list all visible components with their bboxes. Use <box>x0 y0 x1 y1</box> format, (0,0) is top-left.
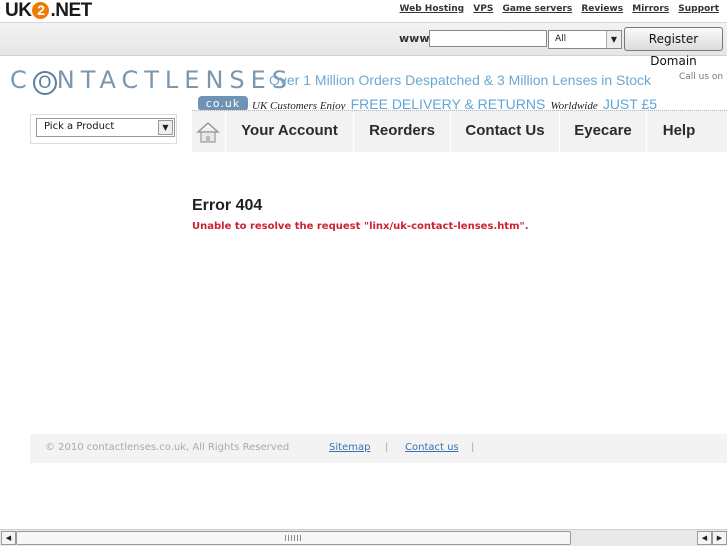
link-support[interactable]: Support <box>678 4 719 14</box>
footer-separator: | <box>471 442 475 453</box>
uk2-logo[interactable]: UK 2 .NET <box>5 0 92 22</box>
link-mirrors[interactable]: Mirrors <box>632 4 669 14</box>
contactlenses-logo[interactable]: C O NTACTLENSES <box>10 66 293 95</box>
home-icon[interactable] <box>192 111 224 152</box>
scroll-left-icon[interactable]: ◀ <box>697 531 712 545</box>
domain-input[interactable] <box>429 30 547 47</box>
scrollbar-thumb[interactable] <box>16 531 571 545</box>
nav-eyecare[interactable]: Eyecare <box>559 111 646 152</box>
link-reviews[interactable]: Reviews <box>581 4 623 14</box>
tagline: Over 1 Million Orders Despatched & 3 Mil… <box>269 72 652 88</box>
link-game-servers[interactable]: Game servers <box>502 4 572 14</box>
link-web-hosting[interactable]: Web Hosting <box>400 4 465 14</box>
nav-help[interactable]: Help <box>646 111 711 152</box>
logo-letters: NTACTLENSES <box>56 66 294 94</box>
uk2-links: Web Hosting VPS Game servers Reviews Mir… <box>394 4 719 14</box>
logo-letter: C <box>10 66 33 94</box>
uk2-logo-badge: 2 <box>32 2 50 19</box>
nav-reorders[interactable]: Reorders <box>353 111 450 152</box>
chevron-down-icon: ▼ <box>606 31 621 48</box>
tld-selected-value: All <box>555 34 567 44</box>
nav-your-account[interactable]: Your Account <box>225 111 353 152</box>
footer-contact-link[interactable]: Contact us <box>405 442 459 453</box>
horizontal-scrollbar[interactable]: ◀ ◀ ▶ <box>0 529 727 546</box>
register-domain-button[interactable]: Register Domain <box>624 27 723 68</box>
domain-search-bar: www. All ▼ Register Domain <box>0 22 727 68</box>
uk2-logo-suffix: .NET <box>50 0 92 21</box>
grip-icon <box>285 535 301 541</box>
call-us-label: Call us on <box>679 72 724 82</box>
main-nav: Your Account Reorders Contact Us Eyecare… <box>192 110 727 152</box>
chevron-down-icon: ▼ <box>158 120 173 135</box>
footer: © 2010 contactlenses.co.uk, All Rights R… <box>30 434 727 463</box>
tld-select[interactable]: All ▼ <box>548 30 622 49</box>
uk2-logo-text: UK <box>5 0 32 21</box>
footer-sitemap-link[interactable]: Sitemap <box>329 442 370 453</box>
nav-contact-us[interactable]: Contact Us <box>450 111 559 152</box>
scroll-left-icon[interactable]: ◀ <box>1 531 16 545</box>
www-label: www. <box>399 32 433 45</box>
error-title: Error 404 <box>192 197 263 214</box>
link-vps[interactable]: VPS <box>473 4 493 14</box>
call-us: Call us on 0 <box>679 68 727 83</box>
footer-separator: | <box>385 442 389 453</box>
uk2-top-bar: UK 2 .NET Web Hosting VPS Game servers Rev… <box>0 0 727 22</box>
logo-eye-icon: O <box>32 71 57 95</box>
couk-badge: co.uk <box>198 96 248 111</box>
product-select[interactable]: Pick a Product ▼ <box>36 118 175 137</box>
scroll-right-icon[interactable]: ▶ <box>712 531 727 545</box>
error-message: Unable to resolve the request "linx/uk-c… <box>192 221 529 232</box>
copyright-text: © 2010 contactlenses.co.uk, All Rights R… <box>45 442 290 453</box>
product-select-value: Pick a Product <box>44 121 115 132</box>
